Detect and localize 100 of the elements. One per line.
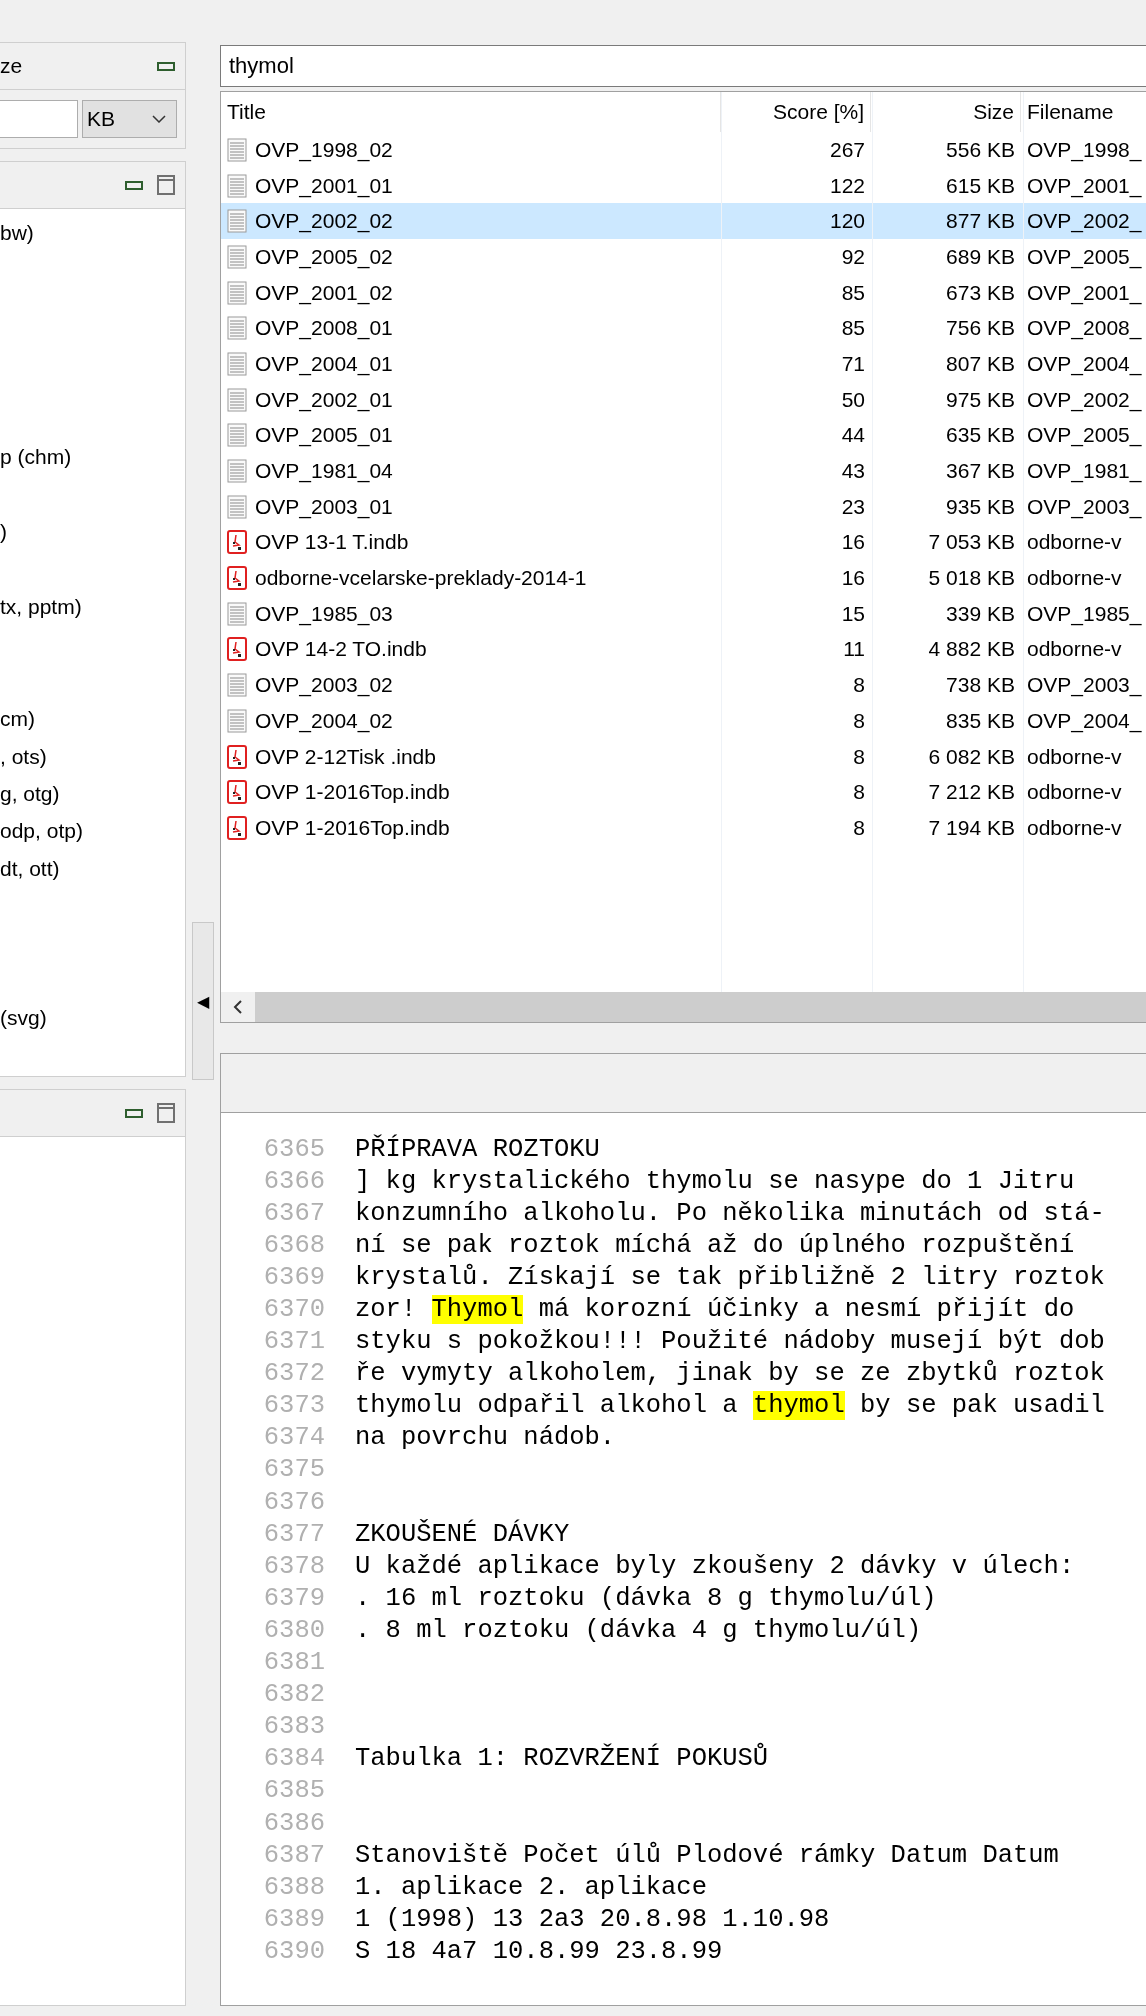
- size-cell-text: 877 KB: [945, 208, 1016, 235]
- result-row[interactable]: OVP_2001_02 85 673 KB OVP_2001_: [221, 274, 1146, 311]
- file-type-item[interactable]: dt, ott): [0, 856, 60, 881]
- size-cell-text: 635 KB: [945, 422, 1016, 449]
- title-cell: OVP_1981_04: [255, 459, 393, 484]
- title-cell: OVP_2001_02: [255, 280, 393, 305]
- pdf-file-icon: [227, 530, 247, 555]
- column-header[interactable]: Size: [871, 92, 1021, 132]
- title-cell: OVP 13-1 T.indb: [255, 530, 409, 555]
- filename-cell-text: OVP_1985_: [1026, 600, 1143, 628]
- result-row[interactable]: OVP_2005_01 44 635 KB OVP_2005_: [221, 417, 1146, 454]
- file-type-item[interactable]: ): [0, 520, 7, 545]
- filename-cell-text: OVP_1998_: [1026, 136, 1143, 164]
- minimize-icon[interactable]: [125, 1108, 143, 1118]
- size-cell-text: 615 KB: [945, 172, 1016, 199]
- file-type-item[interactable]: bw): [0, 221, 34, 245]
- maximize-icon[interactable]: [157, 1103, 175, 1123]
- size-cell-text: 673 KB: [945, 279, 1016, 306]
- minimize-icon[interactable]: [157, 61, 175, 71]
- score-cell-text: 43: [840, 458, 866, 485]
- result-row[interactable]: OVP_1998_02 267 556 KB OVP_1998_: [221, 132, 1146, 168]
- horizontal-scrollbar[interactable]: [221, 992, 1146, 1022]
- title-cell: OVP_2003_02: [255, 673, 393, 698]
- result-row[interactable]: OVP_2003_02 8 738 KB OVP_2003_: [221, 667, 1146, 703]
- result-row[interactable]: OVP 13-1 T.indb 16 7 053 KB odborne-v: [221, 524, 1146, 561]
- score-cell-text: 16: [840, 565, 866, 592]
- filename-cell-text: OVP_2008_: [1026, 315, 1143, 342]
- line-number: 6367: [262, 1198, 325, 1228]
- text-file-icon: [227, 601, 247, 626]
- result-row[interactable]: OVP_2004_02 8 835 KB OVP_2004_: [221, 703, 1146, 739]
- score-cell-text: 92: [840, 243, 866, 270]
- collapse-handle[interactable]: ◀: [192, 922, 214, 1080]
- title-cell: OVP_2005_01: [255, 423, 393, 448]
- title-cell: OVP_2004_02: [255, 708, 393, 733]
- minimize-icon[interactable]: [125, 180, 143, 190]
- file-type-item[interactable]: odp, otp): [0, 819, 83, 844]
- filename-cell-text: odborne-v: [1026, 565, 1123, 592]
- filename-cell-text: OVP_2004_: [1026, 707, 1143, 735]
- text-line: ře vymyty alkoholem, jinak by se ze zbytků roztok: [355, 1359, 1105, 1389]
- title-cell: OVP_2008_01: [255, 316, 393, 341]
- filename-cell-text: odborne-v: [1026, 779, 1123, 806]
- column-header[interactable]: Title: [221, 92, 721, 132]
- title-cell: OVP_1998_02: [255, 137, 393, 162]
- line-number: 6375: [262, 1455, 325, 1485]
- size-cell-text: 367 KB: [945, 458, 1016, 485]
- column-header[interactable]: Score [%]: [721, 92, 871, 132]
- file-type-item[interactable]: (svg): [0, 1006, 47, 1031]
- size-cell-text: 339 KB: [945, 600, 1016, 627]
- result-row[interactable]: OVP 14-2 TO.indb 11 4 882 KB odborne-v: [221, 631, 1146, 668]
- score-cell-text: 85: [840, 315, 866, 342]
- result-row[interactable]: OVP_2005_02 92 689 KB OVP_2005_: [221, 239, 1146, 275]
- result-row[interactable]: odborne-vcelarske-preklady-2014-1 16 5 018 KB odborne-v: [221, 560, 1146, 596]
- result-row[interactable]: OVP 1-2016Top.indb 8 7 194 KB odborne-v: [221, 810, 1146, 846]
- result-row[interactable]: OVP_2001_01 122 615 KB OVP_2001_: [221, 167, 1146, 204]
- size-cell-text: 556 KB: [945, 136, 1016, 163]
- result-row[interactable]: OVP_2002_02 120 877 KB OVP_2002_: [221, 203, 1146, 240]
- maximize-icon[interactable]: [157, 175, 175, 195]
- result-row[interactable]: OVP 1-2016Top.indb 8 7 212 KB odborne-v: [221, 774, 1146, 811]
- panel-title: ze: [0, 54, 24, 78]
- score-cell-text: 50: [840, 386, 866, 413]
- score-cell-text: 85: [840, 279, 866, 306]
- result-row[interactable]: OVP_2002_01 50 975 KB OVP_2002_: [221, 381, 1146, 418]
- result-row[interactable]: OVP_2003_01 23 935 KB OVP_2003_: [221, 488, 1146, 525]
- line-number: 6385: [262, 1776, 325, 1806]
- column-header[interactable]: Filename: [1021, 92, 1146, 132]
- unit-dropdown[interactable]: KB: [82, 100, 177, 138]
- text-line: ZKOUŠENÉ DÁVKY: [355, 1519, 570, 1549]
- scroll-left-icon[interactable]: [233, 999, 243, 1015]
- line-number: 6376: [262, 1487, 325, 1517]
- text-file-icon: [227, 244, 247, 269]
- text-line: Tabulka 1: ROZVRŽENÍ POKUSŮ: [355, 1744, 769, 1774]
- search-field[interactable]: thymol: [220, 45, 1146, 87]
- file-type-item[interactable]: p (chm): [0, 445, 72, 470]
- line-number: 6380: [262, 1615, 325, 1645]
- text-line: Stanoviště Počet úlů Plodové rámky Datum Datum: [355, 1840, 1059, 1870]
- text-line: thymolu odpařil alkohol a thymol by se pak usadil: [355, 1391, 1105, 1421]
- chevron-down-icon: [152, 115, 166, 123]
- result-row[interactable]: OVP_2004_01 71 807 KB OVP_2004_: [221, 346, 1146, 382]
- score-cell-text: 44: [840, 422, 866, 449]
- result-row[interactable]: OVP_2008_01 85 756 KB OVP_2008_: [221, 310, 1146, 347]
- file-type-item[interactable]: tx, pptm): [0, 595, 82, 619]
- score-cell-text: 122: [828, 172, 866, 199]
- text-file-icon: [227, 316, 247, 341]
- result-row[interactable]: OVP_1981_04 43 367 KB OVP_1981_: [221, 453, 1146, 489]
- line-number: 6370: [262, 1295, 325, 1324]
- line-number: 6389: [262, 1904, 325, 1934]
- file-type-item[interactable]: g, otg): [0, 782, 60, 806]
- size-cell-text: 4 882 KB: [927, 636, 1016, 663]
- file-type-item[interactable]: , ots): [0, 744, 47, 769]
- filename-cell-text: OVP_2003_: [1026, 672, 1143, 699]
- text-file-icon: [227, 173, 247, 198]
- size-cell-text: 835 KB: [945, 707, 1016, 734]
- file-type-item[interactable]: cm): [0, 707, 35, 732]
- size-cell-text: 6 082 KB: [927, 743, 1016, 770]
- line-number: 6390: [262, 1936, 325, 1966]
- line-number: 6387: [262, 1840, 325, 1870]
- result-row[interactable]: OVP 2-12Tisk .indb 8 6 082 KB odborne-v: [221, 738, 1146, 775]
- size-input-field[interactable]: [0, 100, 78, 138]
- result-row[interactable]: OVP_1985_03 15 339 KB OVP_1985_: [221, 595, 1146, 632]
- score-cell-text: 267: [828, 136, 866, 163]
